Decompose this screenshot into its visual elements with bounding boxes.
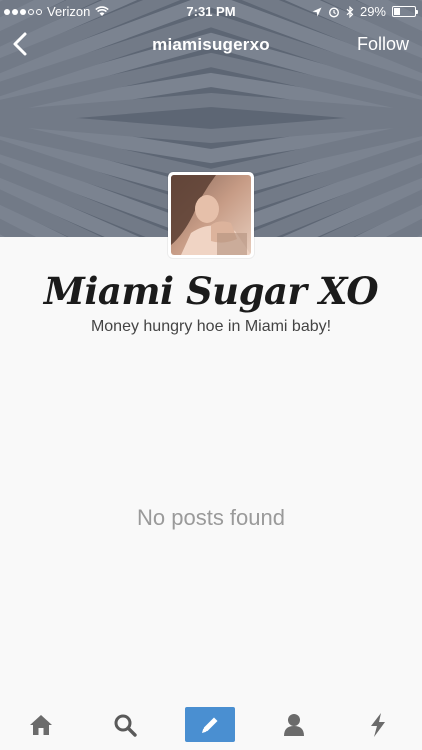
avatar[interactable] (168, 172, 254, 258)
avatar-photo (171, 175, 251, 255)
tab-bar (0, 700, 422, 750)
tab-account[interactable] (277, 708, 311, 742)
tab-search[interactable] (108, 708, 142, 742)
tab-home[interactable] (24, 708, 58, 742)
bluetooth-icon (346, 5, 354, 18)
search-icon (114, 714, 137, 737)
alarm-clock-icon (328, 6, 339, 18)
status-bar: Verizon 7:31 PM 29% (0, 0, 422, 22)
battery-percent: 29% (359, 4, 386, 19)
account-icon (284, 714, 304, 736)
blog-description: Money hungry hoe in Miami baby! (90, 318, 332, 335)
navigation-bar: miamisugerxo Follow (0, 22, 422, 66)
home-icon (30, 715, 52, 735)
activity-lightning-icon (371, 713, 385, 737)
compose-button[interactable] (185, 707, 235, 742)
compose-pencil-icon (202, 717, 218, 733)
location-arrow-icon (312, 7, 322, 16)
follow-button[interactable]: Follow (357, 34, 409, 55)
tab-activity[interactable] (361, 708, 395, 742)
empty-state-message: No posts found (137, 505, 285, 530)
battery-icon (392, 6, 418, 17)
blog-title: Miami Sugar XO (43, 269, 379, 313)
